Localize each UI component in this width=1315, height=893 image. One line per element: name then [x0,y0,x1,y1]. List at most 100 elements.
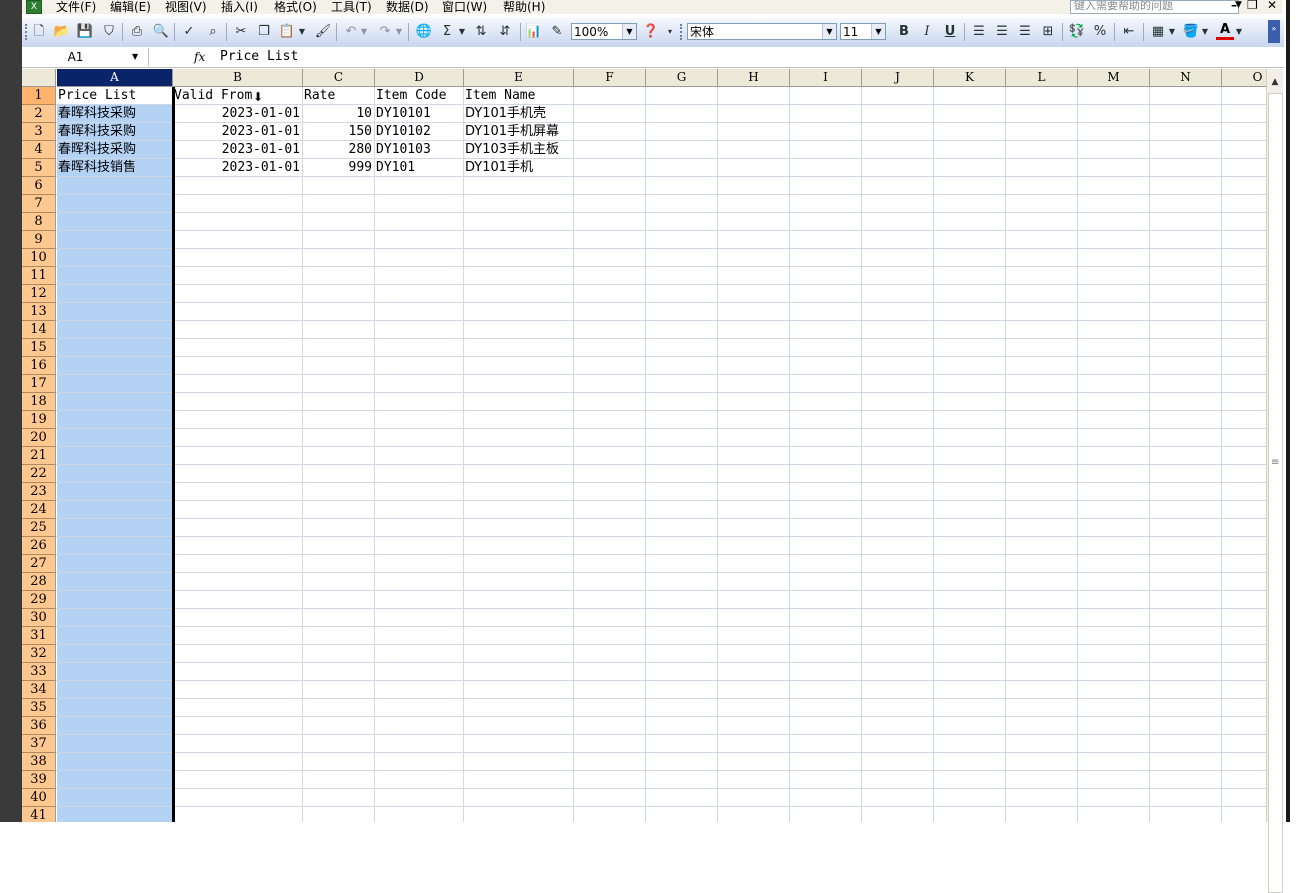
row-header-16[interactable]: 16 [22,357,56,375]
menu-format[interactable]: 格式(O) [274,0,317,14]
cell-d4[interactable]: DY10103 [376,141,461,159]
cell-a4[interactable]: 春晖科技采购 [58,141,170,159]
row-header-31[interactable]: 31 [22,627,56,645]
cell-e1[interactable]: Item Name [465,87,571,105]
copy-icon[interactable]: ❐ [255,23,273,41]
borders-icon[interactable]: ▦ [1149,23,1167,41]
cell-e4[interactable]: DY103手机主板 [465,141,571,159]
row-header-15[interactable]: 15 [22,339,56,357]
paste-dropdown-icon[interactable]: ▼ [298,23,306,41]
row-header-12[interactable]: 12 [22,285,56,303]
scroll-thumb[interactable] [1268,93,1283,893]
italic-button[interactable]: I [918,23,936,41]
column-header-e[interactable]: E [464,69,574,87]
undo-icon[interactable]: ↶ [342,23,360,41]
menu-help[interactable]: 帮助(H) [503,0,545,14]
row-header-24[interactable]: 24 [22,501,56,519]
cell-c4[interactable]: 280 [304,141,372,159]
toolbar-options-icon[interactable]: ▾ [665,23,675,41]
drawing-icon[interactable]: ✎ [548,23,566,41]
row-header-35[interactable]: 35 [22,699,56,717]
column-header-d[interactable]: D [375,69,464,87]
help-search-input[interactable]: 键入需要帮助的问题 [1070,0,1239,14]
borders-dropdown-icon[interactable]: ▼ [1168,23,1176,41]
row-header-20[interactable]: 20 [22,429,56,447]
vertical-scrollbar[interactable]: ▲ ≡ [1266,69,1283,893]
bold-button[interactable]: B [895,23,913,41]
save-icon[interactable]: 💾 [76,23,94,41]
row-header-34[interactable]: 34 [22,681,56,699]
column-header-f[interactable]: F [574,69,646,87]
sort-ascending-icon[interactable]: ⇅ [472,23,490,41]
menu-tools[interactable]: 工具(T) [331,0,372,14]
cell-a3[interactable]: 春晖科技采购 [58,123,170,141]
cell-b1[interactable]: Valid From [174,87,300,105]
column-header-m[interactable]: M [1078,69,1150,87]
cell-d1[interactable]: Item Code [376,87,461,105]
menu-insert[interactable]: 插入(I) [221,0,258,14]
font-size-dropdown-icon[interactable]: ▼ [871,24,885,39]
redo-icon[interactable]: ↷ [376,23,394,41]
minimize-icon[interactable]: – [1231,0,1237,12]
column-header-g[interactable]: G [646,69,718,87]
row-header-29[interactable]: 29 [22,591,56,609]
merge-center-icon[interactable]: ⊞ [1039,23,1057,41]
column-header-i[interactable]: I [790,69,862,87]
column-header-a[interactable]: A [57,69,173,87]
row-header-19[interactable]: 19 [22,411,56,429]
font-color-button[interactable]: A [1216,23,1234,40]
row-header-13[interactable]: 13 [22,303,56,321]
currency-style-icon[interactable]: 💱 [1068,23,1086,41]
cell-c1[interactable]: Rate [304,87,372,105]
align-center-icon[interactable]: ☰ [993,23,1011,41]
fill-color-icon[interactable]: 🪣 [1182,23,1200,41]
cell-b3[interactable]: 2023-01-01 [174,123,300,141]
cell-e5[interactable]: DY101手机 [465,159,571,177]
font-color-dropdown-icon[interactable]: ▼ [1235,23,1243,41]
row-header-27[interactable]: 27 [22,555,56,573]
cell-b2[interactable]: 2023-01-01 [174,105,300,123]
name-box-dropdown-icon[interactable]: ▼ [132,48,138,66]
row-header-32[interactable]: 32 [22,645,56,663]
row-header-30[interactable]: 30 [22,609,56,627]
column-header-b[interactable]: B [173,69,303,87]
cell-c3[interactable]: 150 [304,123,372,141]
row-header-17[interactable]: 17 [22,375,56,393]
row-header-2[interactable]: 2 [22,105,56,123]
zoom-dropdown-icon[interactable]: ▼ [622,24,636,39]
autosum-icon[interactable]: Σ [438,23,456,41]
row-header-4[interactable]: 4 [22,141,56,159]
row-header-38[interactable]: 38 [22,753,56,771]
font-name-select[interactable]: 宋体 ▼ [687,23,837,40]
row-header-3[interactable]: 3 [22,123,56,141]
cell-b4[interactable]: 2023-01-01 [174,141,300,159]
font-name-dropdown-icon[interactable]: ▼ [822,24,836,39]
row-header-6[interactable]: 6 [22,177,56,195]
menu-file[interactable]: 文件(F) [56,0,96,14]
new-icon[interactable]: 🗋 [30,23,48,41]
menu-window[interactable]: 窗口(W) [442,0,487,14]
column-header-l[interactable]: L [1006,69,1078,87]
row-header-33[interactable]: 33 [22,663,56,681]
row-header-14[interactable]: 14 [22,321,56,339]
column-header-j[interactable]: J [862,69,934,87]
row-header-18[interactable]: 18 [22,393,56,411]
row-header-25[interactable]: 25 [22,519,56,537]
excel-app-icon[interactable]: X [26,0,42,14]
row-header-28[interactable]: 28 [22,573,56,591]
restore-icon[interactable]: ❐ [1247,0,1258,12]
row-header-8[interactable]: 8 [22,213,56,231]
format-toolbar-grip-icon[interactable] [680,24,685,40]
underline-button[interactable]: U [941,23,959,41]
formula-input[interactable]: Price List [220,47,298,67]
cell-b5[interactable]: 2023-01-01 [174,159,300,177]
cell-a2[interactable]: 春晖科技采购 [58,105,170,123]
row-header-23[interactable]: 23 [22,483,56,501]
row-header-21[interactable]: 21 [22,447,56,465]
chart-wizard-icon[interactable]: 📊 [525,23,543,41]
row-header-39[interactable]: 39 [22,771,56,789]
help-icon[interactable]: ❓ [642,23,660,41]
row-header-1[interactable]: 1 [22,87,56,105]
row-header-10[interactable]: 10 [22,249,56,267]
row-header-5[interactable]: 5 [22,159,56,177]
